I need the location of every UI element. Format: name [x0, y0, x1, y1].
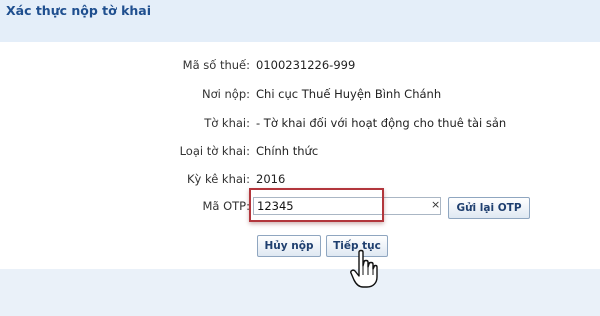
tax-code-row: Mã số thuế: 0100231226-999 [0, 58, 600, 74]
tax-code-label: Mã số thuế: [182, 58, 250, 72]
declaration-label: Tờ khai: [204, 116, 250, 130]
period-label: Kỳ kê khai: [186, 172, 250, 186]
declaration-type-label: Loại tờ khai: [179, 144, 250, 158]
resend-otp-button[interactable]: Gửi lại OTP [448, 197, 530, 219]
page-footer [0, 269, 600, 316]
declaration-row: Tờ khai: - Tờ khai đối với hoạt động cho… [0, 116, 600, 132]
tax-office-row: Nơi nộp: Chi cục Thuế Huyện Bình Chánh [0, 87, 600, 103]
cancel-submission-button[interactable]: Hủy nộp [257, 235, 321, 257]
period-row: Kỳ kê khai: 2016 [0, 172, 600, 188]
page-header: Xác thực nộp tờ khai [0, 0, 600, 42]
page-title: Xác thực nộp tờ khai [6, 3, 152, 18]
clear-icon[interactable]: × [431, 198, 440, 211]
tax-office-label: Nơi nộp: [202, 87, 250, 101]
otp-label: Mã OTP: [202, 199, 250, 213]
otp-input[interactable] [253, 197, 441, 215]
declaration-type-value: Chính thức [256, 144, 319, 158]
tax-code-value: 0100231226-999 [256, 58, 356, 72]
declaration-type-row: Loại tờ khai: Chính thức [0, 144, 600, 160]
pointer-hand-icon [350, 249, 378, 288]
period-value: 2016 [256, 172, 286, 186]
tax-office-value: Chi cục Thuế Huyện Bình Chánh [256, 87, 442, 101]
declaration-value: - Tờ khai đối với hoạt động cho thuê tài… [256, 116, 507, 130]
